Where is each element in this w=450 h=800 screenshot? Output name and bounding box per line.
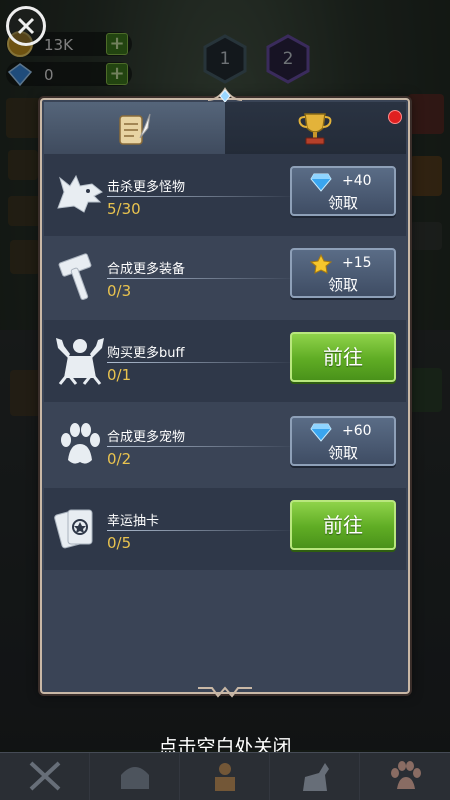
nav-battle[interactable]	[0, 753, 90, 800]
panel-tabs	[44, 102, 406, 154]
nav-pets[interactable]	[360, 753, 450, 800]
task-divider	[107, 530, 297, 531]
close-button[interactable]	[6, 6, 46, 46]
claim-button[interactable]: +40 领取	[290, 166, 396, 216]
task-progress: 5/30	[107, 200, 141, 218]
task-divider	[107, 196, 297, 197]
paw-icon	[61, 423, 100, 464]
claim-label: 领取	[327, 444, 358, 462]
wolf-icon	[57, 174, 103, 213]
task-title: 合成更多装备	[107, 262, 186, 277]
bottom-nav	[0, 752, 450, 800]
task-progress: 0/1	[107, 366, 132, 384]
task-divider	[107, 278, 297, 279]
nav-mount[interactable]	[270, 753, 360, 800]
reward-amount: +15	[342, 255, 372, 271]
nav-buff[interactable]	[180, 753, 270, 800]
muscle-buff-icon	[56, 338, 104, 385]
close-icon	[17, 17, 35, 35]
claim-button[interactable]: +15 领取	[290, 248, 396, 298]
helmet-icon	[121, 767, 149, 789]
nav-equipment[interactable]	[90, 753, 180, 800]
task-progress: 0/2	[107, 450, 132, 468]
notification-dot	[388, 110, 402, 124]
task-title: 合成更多宠物	[107, 430, 186, 445]
task-row-buy-buff: 购买更多buff 0/1 前往	[44, 320, 406, 402]
reward-amount: +60	[342, 423, 372, 439]
task-row-kill-monsters: 击杀更多怪物 5/30 +40 领取	[44, 154, 406, 236]
task-divider	[107, 362, 297, 363]
cards-icon	[54, 509, 93, 549]
horse-icon	[303, 763, 329, 791]
star-icon	[310, 254, 332, 274]
diamond-icon	[310, 423, 332, 442]
claim-button[interactable]: +60 领取	[290, 416, 396, 466]
task-progress: 0/5	[107, 534, 132, 552]
hammer-icon	[58, 253, 92, 300]
swords-icon	[29, 761, 61, 791]
task-title: 购买更多buff	[107, 346, 185, 361]
task-divider	[107, 446, 297, 447]
scroll-quill-icon	[119, 113, 151, 145]
task-progress: 0/3	[107, 282, 132, 300]
tab-tasks[interactable]	[44, 102, 225, 154]
task-title: 幸运抽卡	[107, 514, 160, 529]
buff-icon	[215, 763, 235, 791]
paw-icon	[391, 761, 421, 789]
task-title: 击杀更多怪物	[107, 180, 186, 195]
claim-label: 领取	[327, 276, 358, 294]
go-button[interactable]: 前往	[290, 500, 396, 550]
trophy-icon	[298, 113, 332, 145]
tab-achievements[interactable]	[225, 102, 406, 154]
task-row-merge-equipment: 合成更多装备 0/3 +15 领取	[44, 236, 406, 318]
go-button[interactable]: 前往	[290, 332, 396, 382]
claim-label: 领取	[327, 194, 358, 212]
reward-amount: +40	[342, 173, 372, 189]
panel-bottom-ornament-icon	[198, 686, 252, 698]
diamond-icon	[310, 173, 332, 192]
task-row-merge-pets: 合成更多宠物 0/2 +60 领取	[44, 404, 406, 486]
task-row-lucky-draw: 幸运抽卡 0/5 前往	[44, 488, 406, 570]
